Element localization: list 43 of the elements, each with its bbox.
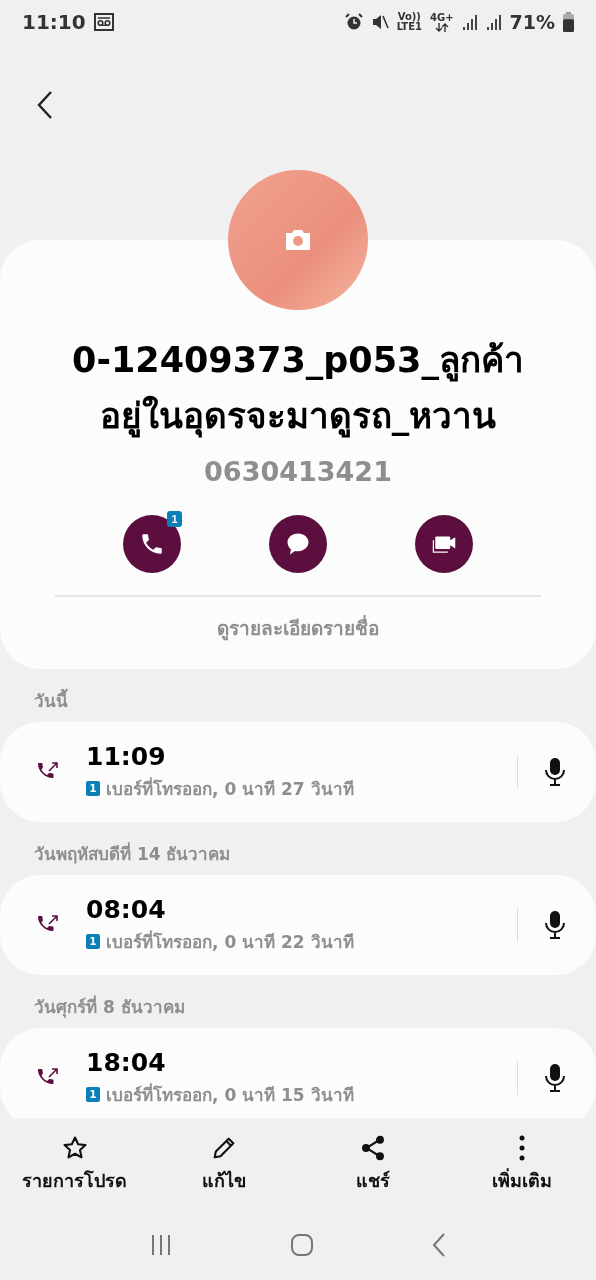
battery-percentage: 71%: [509, 11, 555, 33]
sim-badge: 1: [86, 934, 100, 949]
phone-number: 0630413421: [204, 456, 392, 487]
video-call-button[interactable]: [415, 515, 473, 573]
status-time: 11:10: [22, 10, 86, 34]
call-description: เบอร์ที่โทรออก, 0 นาที 22 วินาที: [106, 929, 354, 954]
call-description: เบอร์ที่โทรออก, 0 นาที 15 วินาที: [106, 1082, 354, 1107]
sim-badge: 1: [167, 511, 182, 527]
more-button[interactable]: เพิ่มเติม: [456, 1133, 587, 1195]
more-icon: [517, 1133, 526, 1162]
call-time: 18:04: [86, 1048, 167, 1077]
call-time: 11:09: [86, 742, 167, 771]
signal-icon: [485, 13, 502, 31]
lte-label: LTE1: [396, 22, 422, 32]
date-header: วันนี้: [0, 669, 596, 722]
volte-label: Vo)): [397, 12, 421, 22]
message-button[interactable]: [269, 515, 327, 573]
signal-icon: [461, 13, 478, 31]
home-icon[interactable]: [290, 1233, 314, 1257]
phone-icon: [139, 531, 165, 557]
contact-name: 0-12409373_p053_ลูกค้าอยู่ในอุดรจะมาดูรถ_หวาน: [71, 339, 525, 440]
back-icon[interactable]: [36, 90, 54, 120]
call-description: เบอร์ที่โทรออก, 0 นาที 27 วินาที: [106, 776, 354, 801]
voicemail-icon: [93, 13, 114, 31]
date-header: วันศุกร์ที่ 8 ธันวาคม: [33, 994, 186, 1020]
edit-button[interactable]: แก้ไข: [158, 1133, 289, 1195]
data-arrows-icon: [434, 22, 449, 32]
sim-badge: 1: [86, 781, 100, 796]
alarm-icon: [344, 13, 363, 31]
date-header: วันพฤหัสบดีที่ 14 ธันวาคม: [33, 841, 232, 866]
mute-icon: [370, 13, 389, 31]
call-log-item[interactable]: 08:04 1 เบอร์ที่โทรออก, 0 นาที 22 วินาที: [0, 875, 596, 975]
microphone-icon[interactable]: [544, 757, 566, 787]
microphone-icon[interactable]: [544, 910, 566, 940]
sim-badge: 1: [86, 1087, 100, 1102]
call-time: 08:04: [86, 895, 167, 924]
microphone-icon[interactable]: [544, 1063, 566, 1093]
share-button[interactable]: แชร์: [307, 1133, 438, 1195]
network-label: 4G+: [429, 12, 454, 23]
battery-icon: [563, 12, 574, 32]
favorites-button[interactable]: รายการโปรด: [9, 1133, 140, 1195]
call-log-item[interactable]: 11:09 1 เบอร์ที่โทรออก, 0 นาที 27 วินาที: [0, 722, 596, 822]
call-log-item[interactable]: 18:04 1 เบอร์ที่โทรออก, 0 นาที 15 วินาที: [0, 1028, 596, 1118]
